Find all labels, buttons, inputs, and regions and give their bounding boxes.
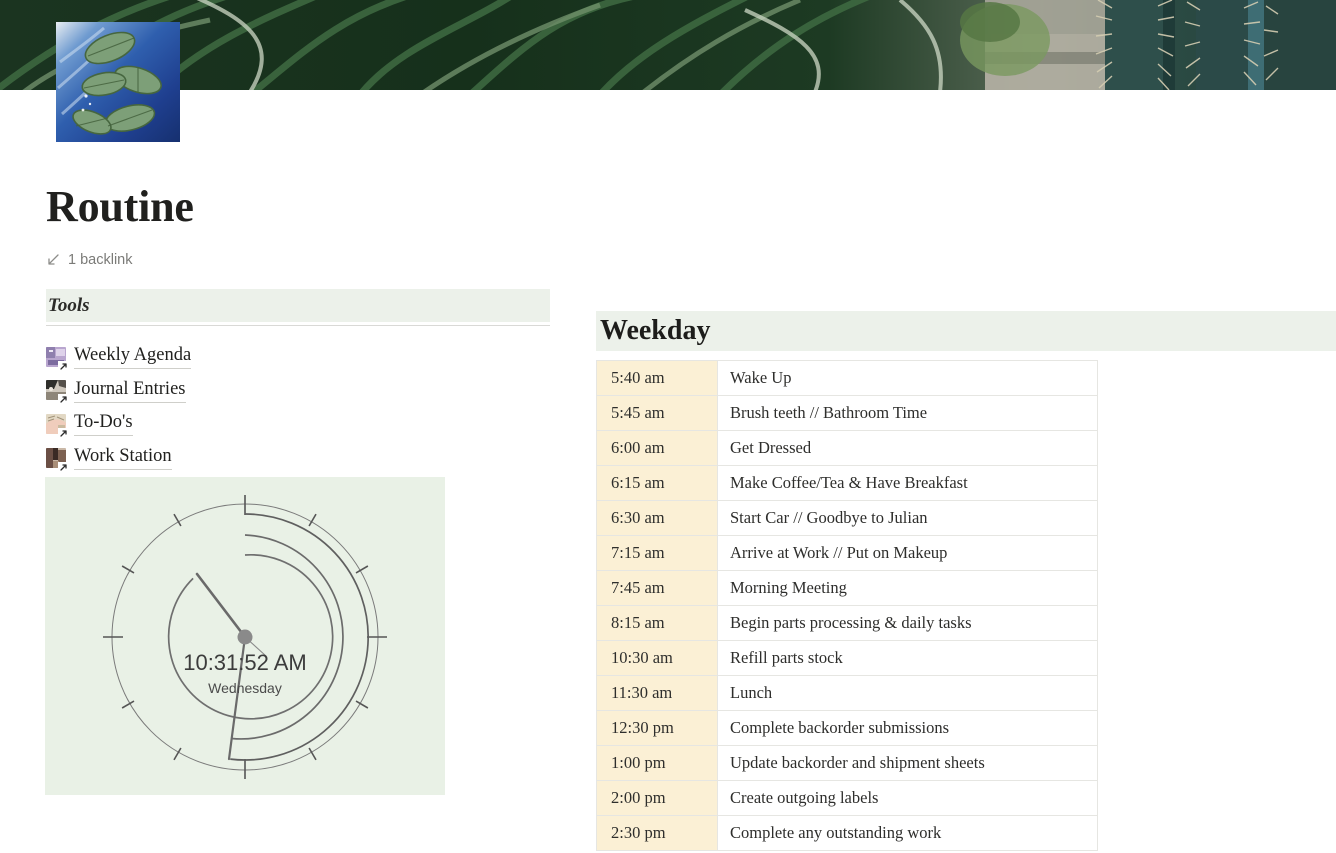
table-row[interactable]: 6:00 am Get Dressed <box>596 430 1098 466</box>
schedule-task-cell[interactable]: Brush teeth // Bathroom Time <box>717 395 1098 431</box>
external-link-icon <box>58 426 69 439</box>
schedule-task-cell[interactable]: Make Coffee/Tea & Have Breakfast <box>717 465 1098 501</box>
tool-link-weekly-agenda[interactable]: Weekly Agenda <box>46 340 550 374</box>
external-link-icon <box>58 460 69 473</box>
tool-link-label[interactable]: Work Station <box>74 445 172 471</box>
clock-day-label: Wednesday <box>208 680 282 696</box>
analog-clock-widget[interactable]: 10:31:52 AM Wednesday <box>45 477 445 795</box>
page-root: Routine 1 backlink Tools Weekly Agenda J… <box>0 0 1336 853</box>
schedule-time-cell[interactable]: 7:45 am <box>596 570 718 606</box>
title-block: Routine 1 backlink <box>46 180 606 268</box>
schedule-time-cell[interactable]: 2:00 pm <box>596 780 718 816</box>
backlink-row[interactable]: 1 backlink <box>46 252 606 268</box>
table-row[interactable]: 12:30 pm Complete backorder submissions <box>596 710 1098 746</box>
schedule-task-cell[interactable]: Wake Up <box>717 360 1098 396</box>
tools-divider <box>46 325 550 326</box>
tool-link-to-dos[interactable]: To-Do's <box>46 407 550 441</box>
schedule-task-cell[interactable]: Update backorder and shipment sheets <box>717 745 1098 781</box>
table-row[interactable]: 10:30 am Refill parts stock <box>596 640 1098 676</box>
schedule-task-cell[interactable]: Create outgoing labels <box>717 780 1098 816</box>
weekday-heading: Weekday <box>600 315 711 346</box>
schedule-time-cell[interactable]: 5:45 am <box>596 395 718 431</box>
tool-link-journal-entries[interactable]: Journal Entries <box>46 374 550 408</box>
schedule-time-cell[interactable]: 6:15 am <box>596 465 718 501</box>
schedule-task-cell[interactable]: Begin parts processing & daily tasks <box>717 605 1098 641</box>
hour-hand <box>195 572 247 639</box>
table-row[interactable]: 5:45 am Brush teeth // Bathroom Time <box>596 395 1098 431</box>
table-row[interactable]: 11:30 am Lunch <box>596 675 1098 711</box>
banner-image <box>0 0 1336 90</box>
tool-link-label[interactable]: To-Do's <box>74 411 133 437</box>
weekday-section-header: Weekday <box>596 311 1336 351</box>
schedule-time-cell[interactable]: 2:30 pm <box>596 815 718 851</box>
table-row[interactable]: 1:00 pm Update backorder and shipment she… <box>596 745 1098 781</box>
work-station-thumbnail-icon <box>46 447 69 473</box>
schedule-time-cell[interactable]: 5:40 am <box>596 360 718 396</box>
weekday-schedule-table: 5:40 am Wake Up 5:45 am Brush teeth // Bath… <box>596 360 1098 851</box>
weekly-agenda-thumbnail-icon <box>46 346 69 372</box>
table-row[interactable]: 5:40 am Wake Up <box>596 360 1098 396</box>
table-row[interactable]: 6:30 am Start Car // Goodbye to Julian <box>596 500 1098 536</box>
page-icon[interactable] <box>56 22 180 142</box>
arrow-down-left-icon <box>46 253 60 267</box>
to-dos-thumbnail-icon <box>46 413 69 439</box>
schedule-time-cell[interactable]: 7:15 am <box>596 535 718 571</box>
external-link-icon <box>58 359 69 372</box>
tool-link-label[interactable]: Weekly Agenda <box>74 344 192 370</box>
schedule-task-cell[interactable]: Start Car // Goodbye to Julian <box>717 500 1098 536</box>
schedule-time-cell[interactable]: 6:00 am <box>596 430 718 466</box>
schedule-time-cell[interactable]: 6:30 am <box>596 500 718 536</box>
schedule-time-cell[interactable]: 11:30 am <box>596 675 718 711</box>
schedule-time-cell[interactable]: 12:30 pm <box>596 710 718 746</box>
tools-list: Weekly Agenda Journal Entries To-Do's Wo… <box>46 340 550 474</box>
journal-entries-thumbnail-icon <box>46 380 69 406</box>
tools-heading: Tools <box>48 294 90 316</box>
schedule-task-cell[interactable]: Arrive at Work // Put on Makeup <box>717 535 1098 571</box>
schedule-time-cell[interactable]: 8:15 am <box>596 605 718 641</box>
table-row[interactable]: 6:15 am Make Coffee/Tea & Have Breakfast <box>596 465 1098 501</box>
table-row[interactable]: 2:30 pm Complete any outstanding work <box>596 815 1098 851</box>
clock-time-label: 10:31:52 AM <box>183 650 307 675</box>
schedule-task-cell[interactable]: Complete any outstanding work <box>717 815 1098 851</box>
schedule-time-cell[interactable]: 1:00 pm <box>596 745 718 781</box>
page-title: Routine <box>46 182 194 231</box>
schedule-task-cell[interactable]: Get Dressed <box>717 430 1098 466</box>
clock-hub <box>237 629 253 645</box>
table-row[interactable]: 2:00 pm Create outgoing labels <box>596 780 1098 816</box>
table-row[interactable]: 8:15 am Begin parts processing & daily ta… <box>596 605 1098 641</box>
schedule-task-cell[interactable]: Lunch <box>717 675 1098 711</box>
table-row[interactable]: 7:45 am Morning Meeting <box>596 570 1098 606</box>
tool-link-label[interactable]: Journal Entries <box>74 378 186 403</box>
tools-section-header: Tools <box>46 289 550 322</box>
table-row[interactable]: 7:15 am Arrive at Work // Put on Makeup <box>596 535 1098 571</box>
schedule-time-cell[interactable]: 10:30 am <box>596 640 718 676</box>
schedule-task-cell[interactable]: Complete backorder submissions <box>717 710 1098 746</box>
tool-link-work-station[interactable]: Work Station <box>46 441 550 475</box>
schedule-body: 5:40 am Wake Up 5:45 am Brush teeth // Bath… <box>596 360 1098 851</box>
external-link-icon <box>58 392 69 406</box>
schedule-task-cell[interactable]: Morning Meeting <box>717 570 1098 606</box>
schedule-task-cell[interactable]: Refill parts stock <box>717 640 1098 676</box>
backlink-label: 1 backlink <box>68 252 133 268</box>
